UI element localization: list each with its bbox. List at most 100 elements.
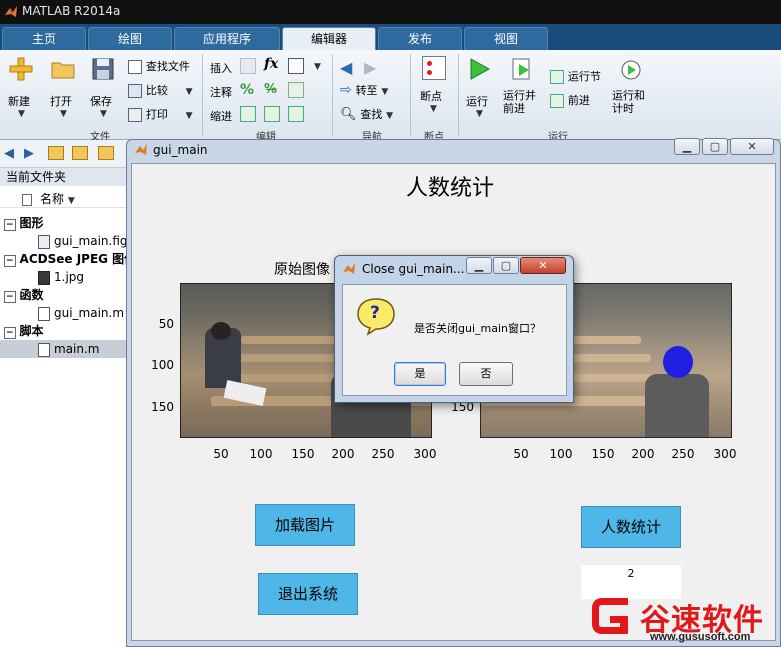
fx-icon[interactable]: fx <box>264 56 278 72</box>
y-tick-label: 50 <box>158 317 174 331</box>
file-item[interactable]: gui_main.fig <box>0 232 128 250</box>
insert-function-icon[interactable] <box>288 58 304 74</box>
ribbon-separator <box>332 54 333 136</box>
nav-back-icon[interactable]: ◀ <box>4 146 14 161</box>
dialog-minimize-button[interactable]: ▁ <box>466 257 492 274</box>
up-folder-icon[interactable] <box>48 146 64 160</box>
x-tick-label: 250 <box>671 447 695 461</box>
watermark-url: www.gususoft.com <box>650 631 751 643</box>
find-files-button[interactable]: 查找文件 <box>128 58 190 76</box>
advance-button[interactable]: 前进 <box>550 92 590 110</box>
x-tick-label: 250 <box>371 447 395 461</box>
sort-arrow-icon: ▼ <box>67 196 75 206</box>
comment-button[interactable]: 注释 <box>210 84 232 100</box>
editor-ribbon: 新建 ▼ 打开 ▼ 保存 ▼ 查找文件 比较 ▼ 打印 ▼ 文件 插入 注释 缩… <box>0 50 781 143</box>
uncomment-icon[interactable]: %̶ <box>264 82 277 97</box>
group-figures[interactable]: − 图形 <box>0 214 128 232</box>
back-arrow-icon[interactable]: ◀ <box>340 58 352 77</box>
run-play-icon <box>470 58 491 80</box>
current-folder-icon[interactable] <box>98 146 114 160</box>
smart-indent-icon[interactable] <box>240 106 256 122</box>
goto-button[interactable]: ⇨ 转至 ▼ <box>340 82 388 100</box>
gui-minimize-button[interactable]: ▁ <box>674 138 700 155</box>
file-item[interactable]: 1.jpg <box>0 268 128 286</box>
tab-home[interactable]: 主页 <box>2 27 86 50</box>
breakpoint-icon <box>422 56 446 80</box>
print-dropdown-arrow-icon: ▼ <box>185 111 193 121</box>
jpg-file-icon <box>38 270 50 285</box>
increase-indent-icon[interactable] <box>264 106 280 122</box>
m-script-file-icon <box>38 342 50 357</box>
tab-view[interactable]: 视图 <box>464 27 548 50</box>
browse-folder-icon[interactable] <box>72 146 88 160</box>
file-item-selected[interactable]: main.m <box>0 340 128 358</box>
run-advance-icon <box>512 58 530 80</box>
find-dropdown-arrow-icon: ▼ <box>386 111 394 121</box>
tab-editor[interactable]: 编辑器 <box>282 27 376 50</box>
breakpoints-button[interactable]: 断点 ▼ <box>420 56 450 114</box>
folder-icon <box>51 62 75 79</box>
maximize-icon: ▢ <box>709 140 721 153</box>
close-icon: ✕ <box>747 140 757 153</box>
x-tick-label: 150 <box>591 447 615 461</box>
x-tick-label: 50 <box>213 447 229 461</box>
file-item[interactable]: gui_main.m <box>0 304 128 322</box>
dialog-maximize-button[interactable]: ▢ <box>493 257 519 274</box>
open-button[interactable]: 打开 ▼ <box>50 56 82 119</box>
yes-button[interactable]: 是 <box>394 362 446 386</box>
exit-system-button[interactable]: 退出系统 <box>258 573 358 615</box>
group-scripts[interactable]: − 脚本 <box>0 322 128 340</box>
group-functions[interactable]: − 函数 <box>0 286 128 304</box>
wrap-comment-icon[interactable] <box>288 82 304 98</box>
new-button[interactable]: 新建 ▼ <box>8 56 40 119</box>
compare-button[interactable]: 比较 ▼ <box>128 82 193 100</box>
file-column-icon <box>22 193 32 206</box>
tab-publish[interactable]: 发布 <box>378 27 462 50</box>
dialog-question-text: 是否关闭gui_main窗口？ <box>414 322 541 335</box>
tab-apps[interactable]: 应用程序 <box>174 27 280 50</box>
m-function-file-icon <box>38 306 50 321</box>
run-dropdown-arrow-icon: ▼ <box>476 109 483 119</box>
new-dropdown-arrow-icon: ▼ <box>18 109 25 119</box>
maximize-icon: ▢ <box>500 259 512 272</box>
ribbon-separator <box>202 54 203 136</box>
decrease-indent-icon[interactable] <box>288 106 304 122</box>
run-button[interactable]: 运行 ▼ <box>466 56 496 119</box>
printer-icon <box>128 107 142 122</box>
nav-forward-icon[interactable]: ▶ <box>24 146 34 161</box>
x-tick-label: 200 <box>631 447 655 461</box>
matlab-logo-icon <box>5 6 17 17</box>
gui-close-button[interactable]: ✕ <box>730 138 774 155</box>
search-icon: 🔍︎ <box>340 107 357 122</box>
find-files-icon <box>128 59 142 74</box>
goto-arrow-icon: ⇨ <box>340 82 352 98</box>
question-icon: ? <box>354 296 398 336</box>
open-dropdown-arrow-icon: ▼ <box>60 109 67 119</box>
insert-section-icon[interactable] <box>240 58 256 74</box>
run-and-time-button[interactable]: 运行和 计时 <box>612 56 652 115</box>
no-button[interactable]: 否 <box>459 362 513 386</box>
find-button[interactable]: 🔍︎ 查找 ▼ <box>340 106 393 124</box>
minimize-icon: ▁ <box>682 140 692 153</box>
comment-percent-icon[interactable]: % <box>240 82 254 98</box>
print-button[interactable]: 打印 ▼ <box>128 106 193 124</box>
load-image-button[interactable]: 加载图片 <box>255 504 355 546</box>
collapse-icon: − <box>4 219 16 231</box>
tab-plots[interactable]: 绘图 <box>88 27 172 50</box>
gui-maximize-button[interactable]: ▢ <box>702 138 728 155</box>
run-and-advance-button[interactable]: 运行并 前进 <box>503 56 543 115</box>
run-section-button[interactable]: 运行节 <box>550 68 601 86</box>
matlab-logo-icon <box>135 144 147 155</box>
group-jpeg[interactable]: − ACDSee JPEG 图像 <box>0 250 128 268</box>
save-button[interactable]: 保存 ▼ <box>90 56 122 119</box>
dialog-close-button[interactable]: ✕ <box>520 257 566 274</box>
forward-arrow-icon[interactable]: ▶ <box>364 58 376 77</box>
indent-button[interactable]: 缩进 <box>210 108 232 124</box>
insert-button[interactable]: 插入 <box>210 60 232 76</box>
run-time-stopwatch-icon <box>621 60 641 80</box>
column-header-name[interactable]: 名称 ▼ <box>0 190 128 208</box>
current-folder-panel: 当前文件夹 名称 ▼ − 图形 gui_main.fig − ACDSee JPEG… <box>0 168 128 647</box>
count-people-button[interactable]: 人数统计 <box>581 506 681 548</box>
x-tick-label: 50 <box>513 447 529 461</box>
insert-dropdown-arrow-icon[interactable]: ▼ <box>314 62 321 72</box>
